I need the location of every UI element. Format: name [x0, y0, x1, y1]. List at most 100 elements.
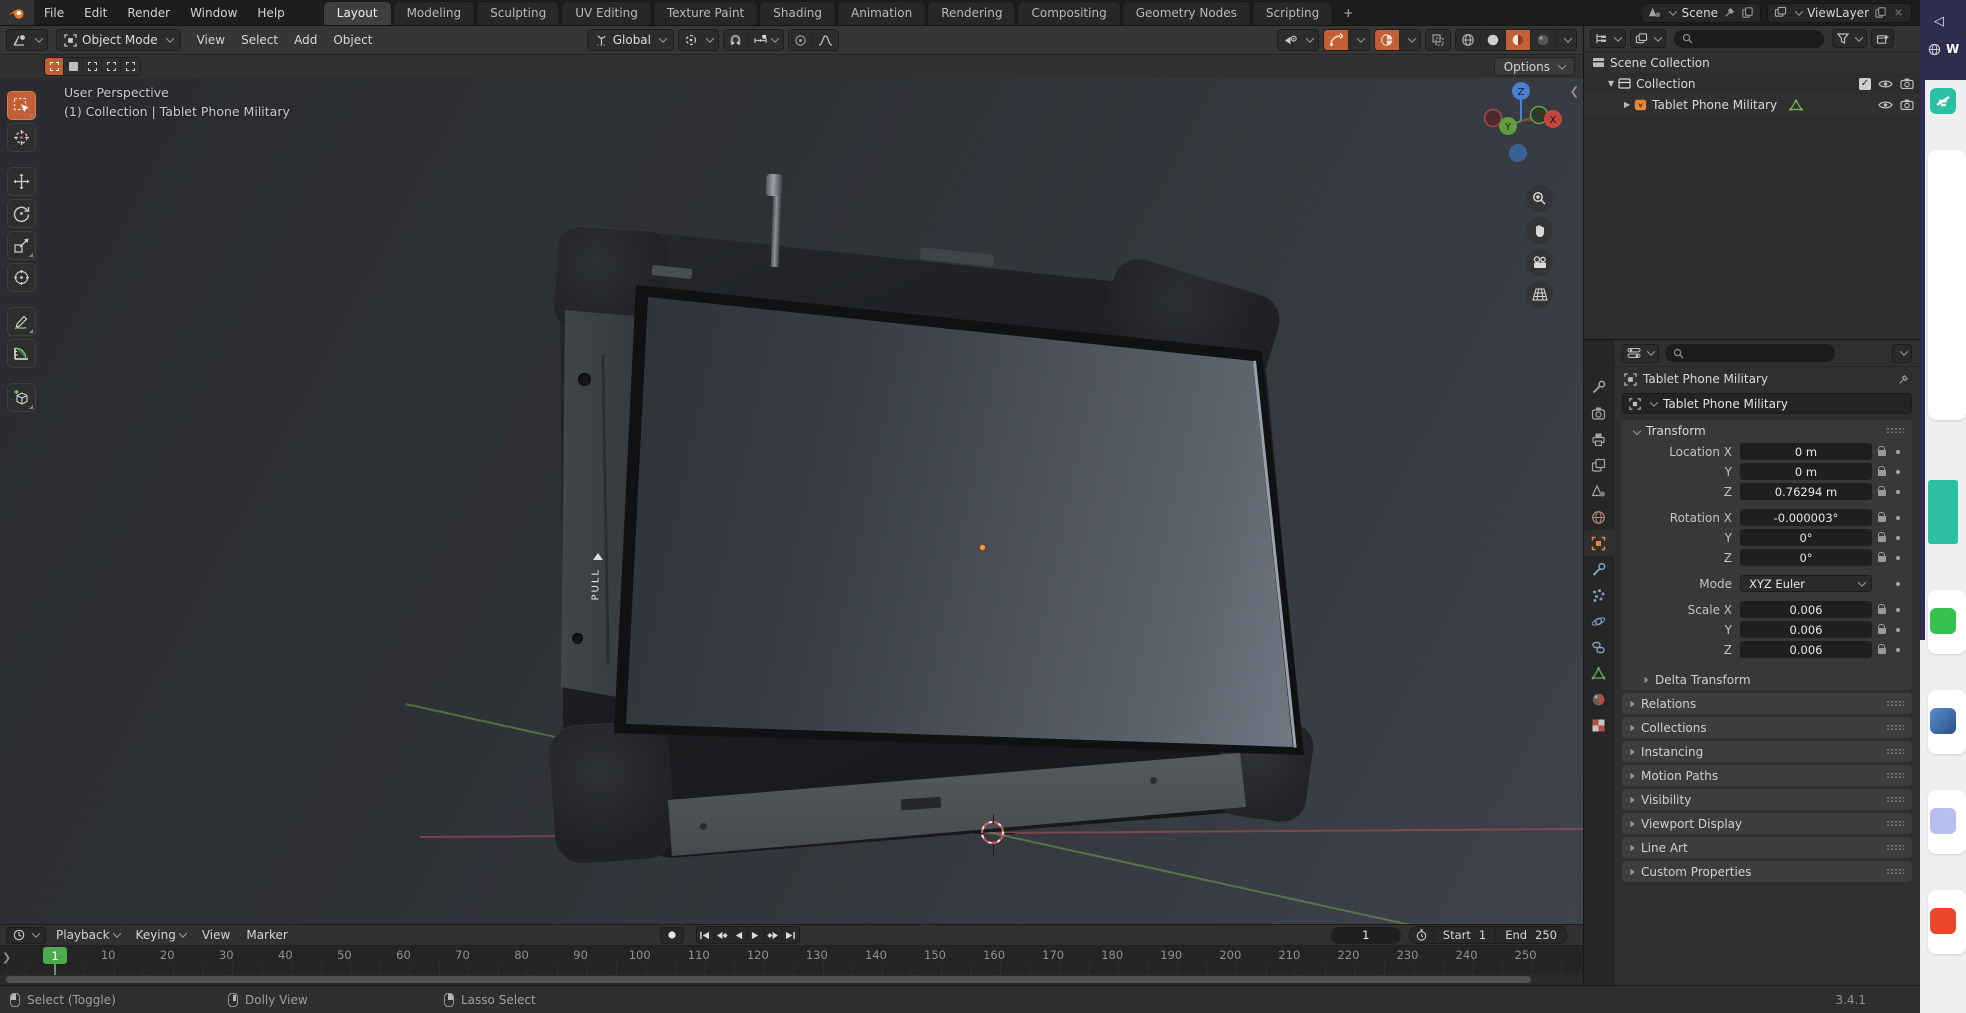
pin-icon[interactable] — [1897, 373, 1910, 386]
panel-grip[interactable] — [1886, 748, 1904, 755]
teal-tile-icon[interactable] — [1928, 480, 1958, 544]
transform-value-field[interactable]: 0.006 — [1740, 621, 1872, 638]
new-collection-button[interactable] — [1871, 29, 1894, 48]
shading-rendered-button[interactable] — [1531, 30, 1556, 50]
copy-icon[interactable] — [1874, 6, 1887, 19]
viewport-menu-object[interactable]: Object — [325, 33, 380, 47]
tool-rotate[interactable] — [7, 199, 36, 228]
side-card[interactable] — [1928, 150, 1966, 420]
transform-value-field[interactable]: 0 m — [1740, 463, 1872, 480]
expander-closed-icon[interactable]: ▶ — [1624, 100, 1630, 109]
panel-grip[interactable] — [1886, 796, 1904, 803]
select-mode-extend[interactable] — [64, 58, 83, 75]
pan-hand-button[interactable] — [1526, 217, 1553, 244]
tool-annotate[interactable] — [7, 307, 36, 336]
animate-dot[interactable] — [1896, 607, 1900, 612]
overlays-dropdown[interactable] — [1400, 30, 1420, 50]
expander-open-icon[interactable]: ▼ — [1608, 79, 1614, 88]
current-frame-field[interactable]: 1 — [1330, 926, 1401, 944]
disable-render-toggle[interactable] — [1900, 78, 1914, 89]
menu-render[interactable]: Render — [117, 0, 180, 25]
timeline-menu-playback[interactable]: Playback — [48, 928, 128, 942]
properties-tab-output[interactable] — [1584, 426, 1614, 452]
properties-options-dropdown[interactable] — [1892, 343, 1912, 363]
workspace-tab-modeling[interactable]: Modeling — [392, 1, 476, 25]
properties-search-input[interactable] — [1665, 344, 1835, 362]
teal-app-logo[interactable] — [1930, 88, 1956, 114]
next-keyframe-button[interactable] — [765, 927, 782, 943]
lock-icon[interactable] — [1878, 624, 1886, 634]
panel-grip[interactable] — [1886, 427, 1904, 434]
animate-dot[interactable] — [1896, 627, 1900, 632]
transform-value-field[interactable]: 0.006 — [1740, 641, 1872, 658]
viewport-3d[interactable]: PULL User Perspective (1) Collection | T… — [0, 55, 1583, 924]
panel-viewport-display[interactable]: Viewport Display — [1622, 813, 1912, 834]
proportional-falloff-dropdown[interactable] — [813, 30, 838, 50]
filter-dropdown[interactable] — [1832, 29, 1867, 48]
auto-keying-toggle[interactable] — [659, 926, 684, 944]
workspace-tab-animation[interactable]: Animation — [837, 1, 927, 25]
delta-transform-toggle[interactable]: Delta Transform — [1622, 670, 1912, 690]
timeline-menu-view[interactable]: View — [194, 928, 238, 942]
animate-dot[interactable] — [1896, 449, 1900, 454]
navigation-gizmo[interactable]: Z Y X — [1481, 77, 1565, 165]
panel-grip[interactable] — [1886, 844, 1904, 851]
gizmos-dropdown[interactable] — [1349, 30, 1369, 50]
lock-icon[interactable] — [1878, 552, 1886, 562]
shading-dropdown[interactable] — [1556, 30, 1576, 50]
prev-keyframe-button[interactable] — [714, 927, 731, 943]
view-layer-selector[interactable]: ViewLayer — [1767, 2, 1912, 23]
properties-tab-render[interactable] — [1584, 400, 1614, 426]
overlays-toggle[interactable] — [1375, 30, 1400, 50]
exclude-checkbox[interactable]: ✓ — [1859, 77, 1871, 90]
properties-tab-particles[interactable] — [1584, 582, 1614, 608]
panel-collections[interactable]: Collections — [1622, 717, 1912, 738]
menu-help[interactable]: Help — [247, 0, 294, 25]
transform-value-field[interactable]: 0 m — [1740, 443, 1872, 460]
viewport-menu-select[interactable]: Select — [233, 33, 286, 47]
properties-tab-modifiers[interactable] — [1584, 556, 1614, 582]
timeline-editor-type-button[interactable] — [6, 926, 46, 944]
timeline-menu-keying[interactable]: Keying — [128, 928, 194, 942]
properties-editor-type-button[interactable] — [1622, 343, 1659, 363]
jump-to-end-button[interactable] — [782, 927, 799, 943]
workspace-tab-texture-paint[interactable]: Texture Paint — [652, 1, 759, 25]
animate-dot[interactable] — [1896, 489, 1900, 494]
tool-add-cube[interactable] — [7, 383, 36, 412]
shading-wireframe-button[interactable] — [1456, 30, 1481, 50]
transform-value-field[interactable]: -0.000003° — [1740, 509, 1872, 526]
zoom-button[interactable] — [1526, 185, 1553, 212]
back-arrow-icon[interactable]: ◁ — [1934, 14, 1944, 29]
lock-icon[interactable] — [1878, 532, 1886, 542]
animate-dot[interactable] — [1896, 581, 1900, 586]
outliner-row[interactable]: ▶ Tablet Phone Military — [1584, 94, 1920, 115]
transform-value-field[interactable]: 0° — [1740, 549, 1872, 566]
properties-tab-constraints[interactable] — [1584, 634, 1614, 660]
select-mode-subtract[interactable] — [83, 58, 102, 75]
filter-restriction-dropdown[interactable] — [1630, 29, 1666, 48]
tool-scale[interactable] — [7, 231, 36, 260]
workspace-tab-rendering[interactable]: Rendering — [927, 1, 1017, 25]
properties-tab-tool[interactable] — [1584, 374, 1614, 400]
display-mode-dropdown[interactable] — [1590, 29, 1626, 48]
show-gizmo-dropdown[interactable] — [1277, 29, 1319, 51]
panel-custom-properties[interactable]: Custom Properties — [1622, 861, 1912, 882]
pivot-point-dropdown[interactable] — [678, 29, 719, 51]
workspace-tab-sculpting[interactable]: Sculpting — [476, 1, 561, 25]
red-app-icon[interactable] — [1930, 908, 1956, 934]
close-icon[interactable] — [1892, 6, 1905, 19]
transform-value-field[interactable]: 0.006 — [1740, 601, 1872, 618]
panel-motion-paths[interactable]: Motion Paths — [1622, 765, 1912, 786]
select-mode-intersect[interactable] — [121, 58, 140, 75]
region-expand-arrow[interactable]: ❯ — [2, 951, 11, 964]
properties-tab-material[interactable] — [1584, 686, 1614, 712]
outliner-row[interactable]: ▼ Collection ✓ — [1584, 73, 1920, 94]
outliner-row[interactable]: Scene Collection — [1584, 52, 1920, 73]
lock-icon[interactable] — [1878, 644, 1886, 654]
properties-tab-world[interactable] — [1584, 504, 1614, 530]
perspective-toggle-button[interactable] — [1526, 281, 1553, 308]
green-app-icon[interactable] — [1930, 608, 1956, 634]
panel-instancing[interactable]: Instancing — [1622, 741, 1912, 762]
animate-dot[interactable] — [1896, 647, 1900, 652]
workspace-tab-scripting[interactable]: Scripting — [1251, 1, 1334, 25]
